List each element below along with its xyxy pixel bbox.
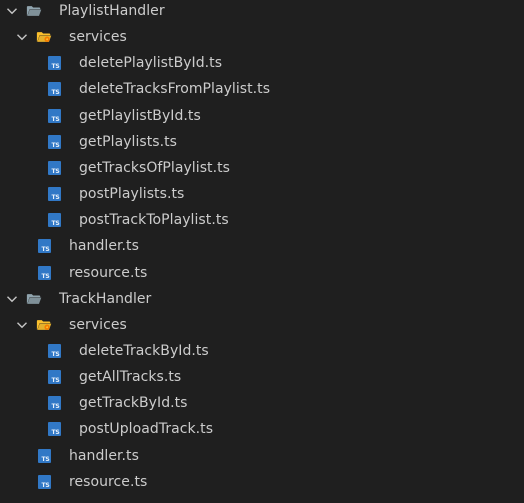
chevron-down-icon[interactable] [4,291,20,307]
typescript-file-icon: TS [36,448,52,464]
typescript-file-icon: TS [46,55,62,71]
item-label: postTrackToPlaylist.ts [79,212,229,229]
chevron-down-icon[interactable] [4,3,20,19]
services-folder-icon [36,29,52,45]
file-item-deletetrackbyid-ts[interactable]: TS deleteTrackById.ts [0,338,524,364]
item-label: PlaylistHandler [59,3,165,19]
services-folder-icon [36,317,52,333]
typescript-file-icon: TS [46,395,62,411]
file-item-deletetracksfromplaylist-ts[interactable]: TS deleteTracksFromPlaylist.ts [0,76,524,102]
item-label: postPlaylists.ts [79,186,185,203]
item-label: handler.ts [69,238,139,255]
folder-open-icon [26,291,42,307]
item-label: getAllTracks.ts [79,369,182,386]
file-item-posttracktoplaylist-ts[interactable]: TS postTrackToPlaylist.ts [0,207,524,233]
file-item-postuploadtrack-ts[interactable]: TS postUploadTrack.ts [0,416,524,442]
chevron-down-icon[interactable] [14,317,30,333]
file-item-gettracksofplaylist-ts[interactable]: TS getTracksOfPlaylist.ts [0,155,524,181]
item-label: deleteTrackById.ts [79,342,209,359]
file-item-getalltracks-ts[interactable]: TS getAllTracks.ts [0,364,524,390]
file-explorer-tree: PlaylistHandler services TS deletePlaylistB… [0,0,524,503]
item-label: TrackHandler [59,290,152,307]
folder-open-icon [26,3,42,19]
file-item-resource-ts[interactable]: TS resource.ts [0,469,524,495]
file-item-postplaylists-ts[interactable]: TS postPlaylists.ts [0,181,524,207]
typescript-file-icon: TS [46,212,62,228]
typescript-file-icon: TS [36,474,52,490]
file-item-getplaylists-ts[interactable]: TS getPlaylists.ts [0,129,524,155]
typescript-file-icon: TS [46,81,62,97]
item-label: getPlaylists.ts [79,133,178,150]
item-label: deleteTracksFromPlaylist.ts [79,81,271,98]
item-label: getTrackById.ts [79,395,188,412]
folder-item-trackhandler[interactable]: TrackHandler [0,286,524,312]
typescript-file-icon: TS [36,238,52,254]
file-item-handler-ts[interactable]: TS handler.ts [0,233,524,259]
item-label: handler.ts [69,447,139,464]
folder-item-services[interactable]: services [0,312,524,338]
file-item-gettrackbyid-ts[interactable]: TS getTrackById.ts [0,390,524,416]
folder-item-services[interactable]: services [0,24,524,50]
folder-item-playlisthandler[interactable]: PlaylistHandler [0,0,524,24]
file-item-getplaylistbyid-ts[interactable]: TS getPlaylistById.ts [0,103,524,129]
item-label: deletePlaylistById.ts [79,55,223,72]
typescript-file-icon: TS [46,108,62,124]
typescript-file-icon: TS [46,186,62,202]
typescript-file-icon: TS [46,343,62,359]
typescript-file-icon: TS [46,160,62,176]
item-label: getTracksOfPlaylist.ts [79,159,230,176]
typescript-file-icon: TS [46,369,62,385]
file-item-handler-ts[interactable]: TS handler.ts [0,443,524,469]
typescript-file-icon: TS [46,134,62,150]
typescript-file-icon: TS [36,265,52,281]
item-label: getPlaylistById.ts [79,107,201,124]
chevron-down-icon[interactable] [14,29,30,45]
item-label: resource.ts [69,264,148,281]
file-item-resource-ts[interactable]: TS resource.ts [0,260,524,286]
item-label: resource.ts [69,473,148,490]
typescript-file-icon: TS [46,421,62,437]
item-label: postUploadTrack.ts [79,421,214,438]
file-item-deleteplaylistbyid-ts[interactable]: TS deletePlaylistById.ts [0,50,524,76]
item-label: services [69,316,127,333]
item-label: services [69,29,127,46]
